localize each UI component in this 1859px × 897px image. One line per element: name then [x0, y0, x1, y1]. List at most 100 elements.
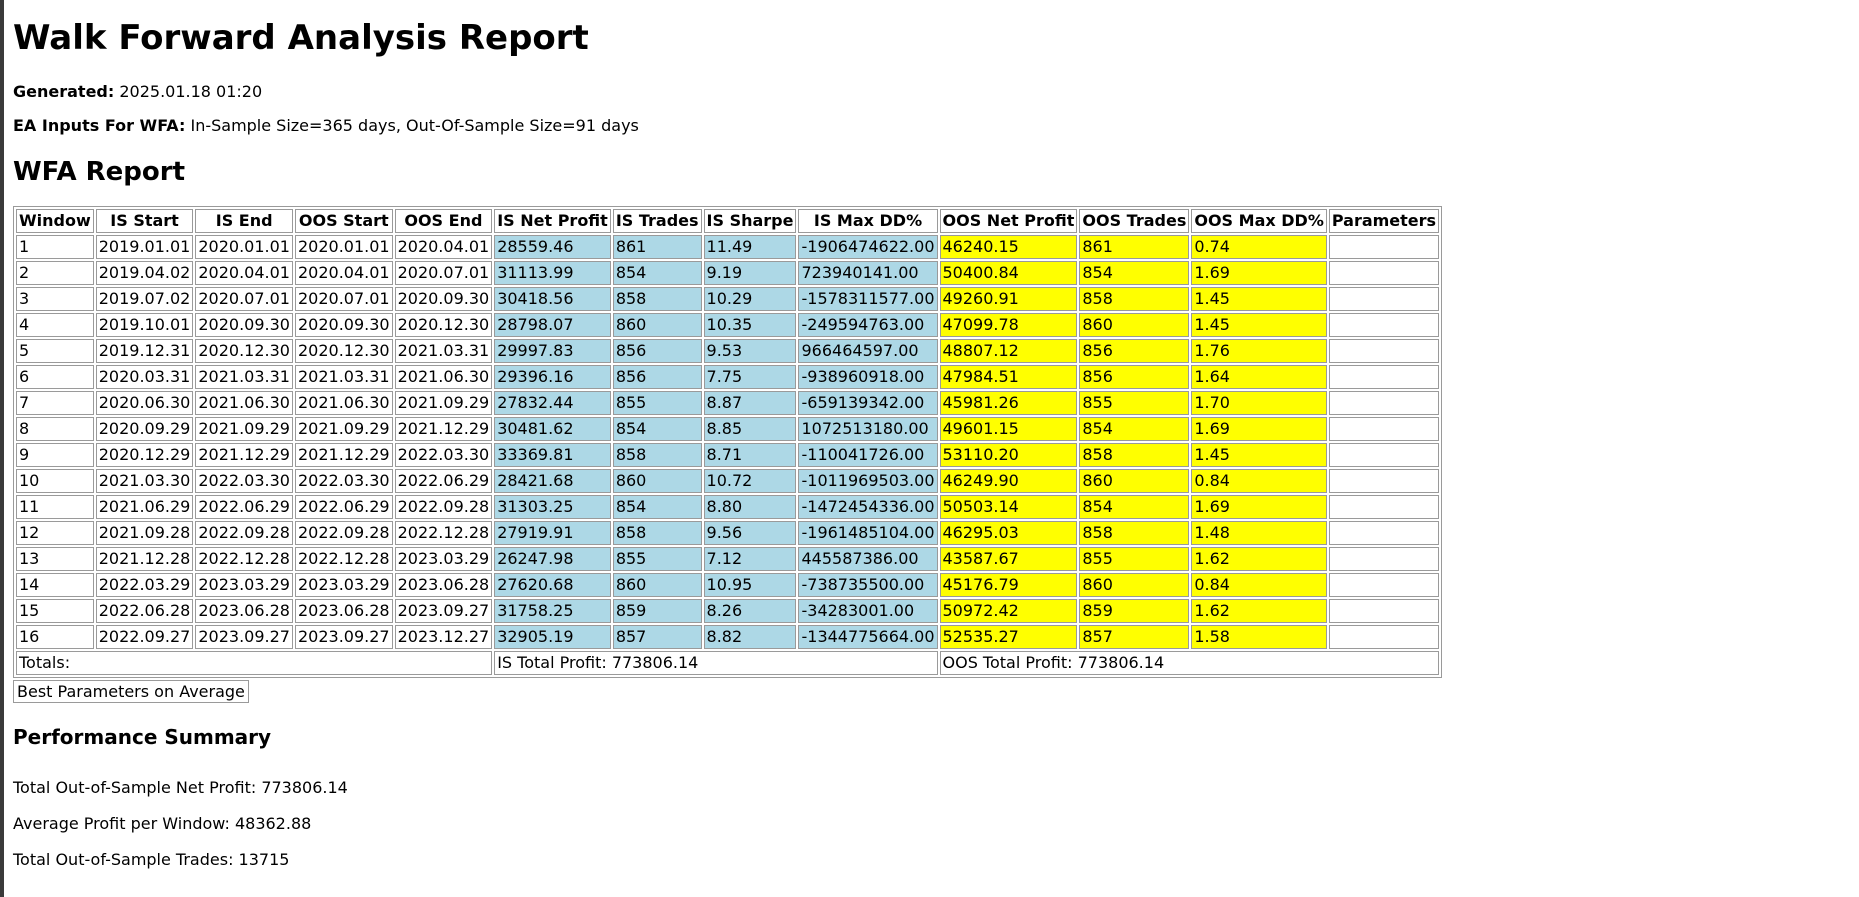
cell-is-sharpe: 11.49 — [703, 235, 797, 259]
cell-is-max-dd: -1344775664.00 — [798, 625, 938, 649]
cell-window: 9 — [16, 443, 94, 467]
cell-oos-start: 2022.12.28 — [294, 547, 393, 571]
cell-is-max-dd: -938960918.00 — [798, 365, 938, 389]
table-row: 8 2020.09.29 2021.09.29 2021.09.29 2021.12.2… — [16, 417, 1440, 441]
cell-parameters — [1328, 339, 1440, 363]
cell-is-trades: 858 — [612, 443, 702, 467]
cell-is-end: 2020.04.01 — [195, 261, 293, 285]
col-is-end: IS End — [195, 209, 293, 233]
cell-is-sharpe: 10.35 — [703, 313, 797, 337]
inputs-value: In-Sample Size=365 days, Out-Of-Sample S… — [190, 116, 639, 135]
cell-is-start: 2021.06.29 — [95, 495, 194, 519]
cell-oos-net-profit: 49260.91 — [939, 287, 1078, 311]
cell-is-end: 2021.09.29 — [195, 417, 293, 441]
cell-oos-max-dd: 1.62 — [1191, 599, 1327, 623]
wfa-report-heading: WFA Report — [13, 157, 186, 187]
generated-label: Generated: — [13, 82, 115, 101]
cell-oos-trades: 860 — [1079, 313, 1190, 337]
cell-oos-end: 2022.06.29 — [394, 469, 493, 493]
cell-is-start: 2019.01.01 — [95, 235, 194, 259]
cell-oos-trades: 854 — [1079, 417, 1190, 441]
cell-oos-end: 2022.03.30 — [394, 443, 493, 467]
col-window: Window — [16, 209, 94, 233]
cell-oos-trades: 854 — [1079, 495, 1190, 519]
cell-is-max-dd: -1011969503.00 — [798, 469, 938, 493]
cell-is-max-dd: 445587386.00 — [798, 547, 938, 571]
cell-parameters — [1328, 599, 1440, 623]
cell-is-sharpe: 9.19 — [703, 261, 797, 285]
performance-summary-heading: Performance Summary — [13, 725, 272, 749]
cell-parameters — [1328, 521, 1440, 545]
cell-oos-max-dd: 1.70 — [1191, 391, 1327, 415]
cell-window: 10 — [16, 469, 94, 493]
cell-is-max-dd: 723940141.00 — [798, 261, 938, 285]
cell-oos-net-profit: 50503.14 — [939, 495, 1078, 519]
cell-is-trades: 857 — [612, 625, 702, 649]
is-total-profit: IS Total Profit: 773806.14 — [494, 651, 938, 675]
cell-oos-net-profit: 52535.27 — [939, 625, 1078, 649]
cell-is-trades: 861 — [612, 235, 702, 259]
cell-oos-max-dd: 0.84 — [1191, 469, 1327, 493]
cell-oos-trades: 856 — [1079, 339, 1190, 363]
cell-is-start: 2022.03.29 — [95, 573, 194, 597]
cell-oos-start: 2022.09.28 — [294, 521, 393, 545]
table-row: 12 2021.09.28 2022.09.28 2022.09.28 2022.12.… — [16, 521, 1440, 545]
cell-is-start: 2021.12.28 — [95, 547, 194, 571]
table-body: 1 2019.01.01 2020.01.01 2020.01.01 2020.04.0… — [16, 235, 1440, 649]
wfa-table: Window IS Start IS End OOS Start OOS End… — [13, 206, 1443, 678]
cell-parameters — [1328, 573, 1440, 597]
table-row: 10 2021.03.30 2022.03.30 2022.03.30 2022.06.… — [16, 469, 1440, 493]
cell-is-net-profit: 31758.25 — [494, 599, 611, 623]
cell-oos-max-dd: 1.58 — [1191, 625, 1327, 649]
cell-is-trades: 854 — [612, 495, 702, 519]
cell-is-sharpe: 7.12 — [703, 547, 797, 571]
col-parameters: Parameters — [1328, 209, 1440, 233]
cell-oos-max-dd: 1.69 — [1191, 261, 1327, 285]
summary-total-oos-profit: Total Out-of-Sample Net Profit: 773806.1… — [13, 778, 348, 797]
cell-oos-end: 2023.03.29 — [394, 547, 493, 571]
cell-oos-end: 2020.09.30 — [394, 287, 493, 311]
cell-is-max-dd: -1472454336.00 — [798, 495, 938, 519]
cell-oos-net-profit: 46240.15 — [939, 235, 1078, 259]
table-row: 2 2019.04.02 2020.04.01 2020.04.01 2020.07.0… — [16, 261, 1440, 285]
cell-oos-end: 2022.12.28 — [394, 521, 493, 545]
cell-oos-start: 2022.03.30 — [294, 469, 393, 493]
cell-is-net-profit: 28798.07 — [494, 313, 611, 337]
cell-oos-max-dd: 1.69 — [1191, 495, 1327, 519]
cell-is-end: 2022.03.30 — [195, 469, 293, 493]
cell-window: 1 — [16, 235, 94, 259]
cell-is-end: 2021.03.31 — [195, 365, 293, 389]
cell-is-trades: 855 — [612, 391, 702, 415]
cell-is-max-dd: -659139342.00 — [798, 391, 938, 415]
cell-is-end: 2023.09.27 — [195, 625, 293, 649]
cell-is-max-dd: -1961485104.00 — [798, 521, 938, 545]
cell-parameters — [1328, 547, 1440, 571]
cell-parameters — [1328, 287, 1440, 311]
cell-oos-start: 2021.09.29 — [294, 417, 393, 441]
cell-is-sharpe: 8.82 — [703, 625, 797, 649]
cell-oos-net-profit: 53110.20 — [939, 443, 1078, 467]
cell-is-net-profit: 30481.62 — [494, 417, 611, 441]
cell-oos-start: 2022.06.29 — [294, 495, 393, 519]
col-is-sharpe: IS Sharpe — [703, 209, 797, 233]
cell-is-trades: 856 — [612, 339, 702, 363]
cell-oos-trades: 858 — [1079, 443, 1190, 467]
cell-parameters — [1328, 469, 1440, 493]
cell-window: 2 — [16, 261, 94, 285]
cell-is-max-dd: -1578311577.00 — [798, 287, 938, 311]
cell-oos-net-profit: 50400.84 — [939, 261, 1078, 285]
table-row: 15 2022.06.28 2023.06.28 2023.06.28 2023.09.… — [16, 599, 1440, 623]
cell-parameters — [1328, 365, 1440, 389]
table-row: 7 2020.06.30 2021.06.30 2021.06.30 2021.09.2… — [16, 391, 1440, 415]
cell-is-sharpe: 8.80 — [703, 495, 797, 519]
cell-oos-trades: 860 — [1079, 573, 1190, 597]
cell-window: 6 — [16, 365, 94, 389]
cell-is-sharpe: 9.56 — [703, 521, 797, 545]
cell-is-start: 2019.12.31 — [95, 339, 194, 363]
cell-is-trades: 860 — [612, 573, 702, 597]
summary-total-oos-trades: Total Out-of-Sample Trades: 13715 — [13, 850, 290, 869]
cell-parameters — [1328, 417, 1440, 441]
cell-is-trades: 854 — [612, 261, 702, 285]
cell-is-end: 2021.06.30 — [195, 391, 293, 415]
cell-oos-max-dd: 0.74 — [1191, 235, 1327, 259]
